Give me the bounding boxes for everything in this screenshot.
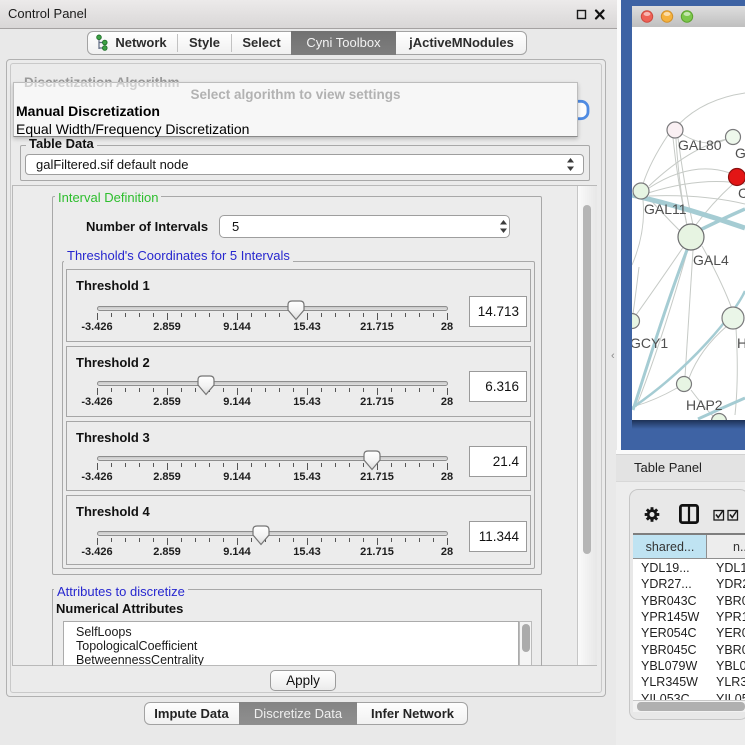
svg-text:C: C bbox=[738, 185, 745, 201]
svg-text:GCY1: GCY1 bbox=[632, 335, 668, 351]
svg-text:GAL4: GAL4 bbox=[693, 252, 729, 268]
svg-text:GA: GA bbox=[735, 145, 745, 161]
svg-text:H: H bbox=[737, 335, 745, 351]
svg-text:HAP2: HAP2 bbox=[686, 397, 723, 413]
svg-text:GAL11: GAL11 bbox=[644, 201, 687, 217]
svg-text:GAL80: GAL80 bbox=[678, 137, 722, 153]
